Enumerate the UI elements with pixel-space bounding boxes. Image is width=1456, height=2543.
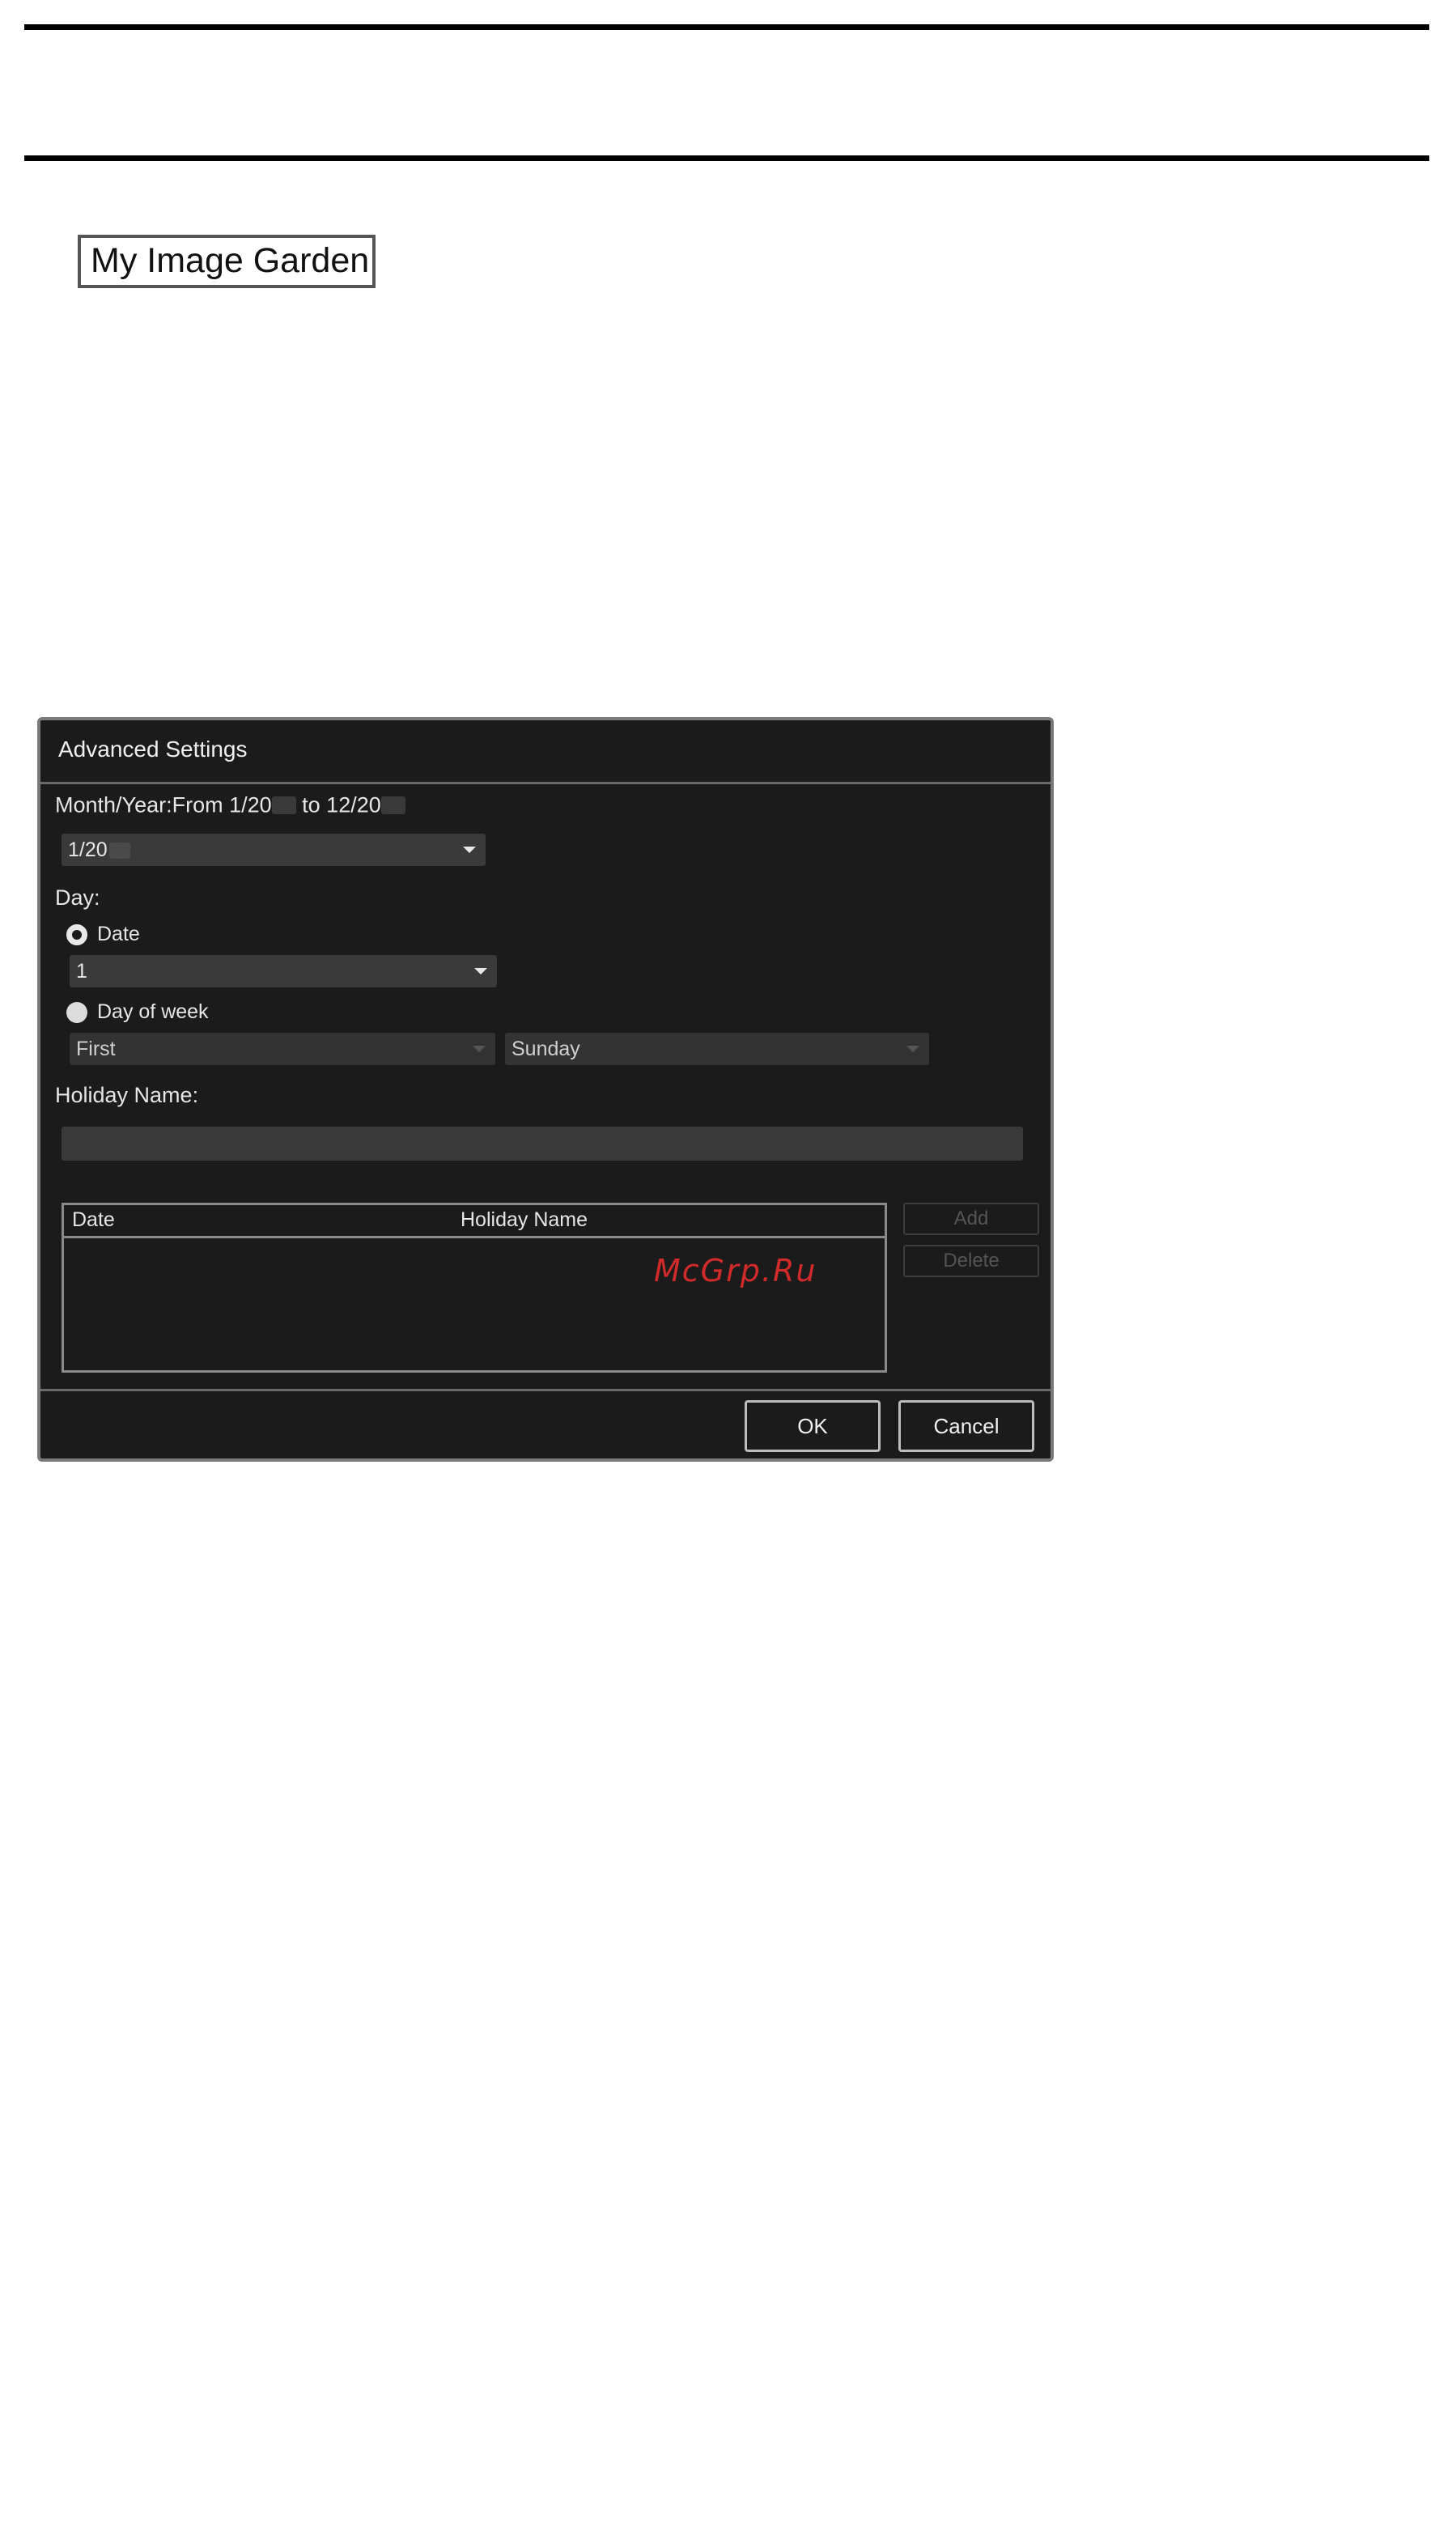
date-radio[interactable] [66,924,87,945]
weekday-select-value: Sunday [512,1038,580,1060]
blurred-year-digits [108,843,130,860]
week-ordinal-select[interactable]: First [70,1033,495,1065]
column-header-holiday-name[interactable]: Holiday Name [461,1205,588,1234]
holiday-name-label: Holiday Name: [55,1083,199,1107]
watermark-text: McGrp.Ru [654,1253,817,1288]
month-year-label: Month/Year:From 1/20 to 12/20 [55,792,405,817]
app-name-label: My Image Garden [78,235,376,288]
day-of-week-radio-label[interactable]: Day of week [97,1000,209,1024]
chevron-down-icon [474,968,487,974]
month-year-from-text: Month/Year:From 1/20 [55,792,272,817]
month-year-select[interactable]: 1/20 [62,834,486,866]
delete-button[interactable]: Delete [903,1245,1039,1277]
week-ordinal-select-value: First [76,1038,116,1060]
dialog-title: Advanced Settings [58,737,248,762]
blurred-year-digits [271,796,296,814]
chevron-down-icon [906,1046,919,1052]
day-label: Day: [55,885,100,910]
top-rule [24,24,1429,30]
chevron-down-icon [473,1046,486,1052]
advanced-settings-dialog: Advanced Settings Month/Year:From 1/20 t… [37,717,1054,1462]
title-divider [40,782,1051,784]
month-year-select-value: 1/20 [68,838,108,861]
date-select-value: 1 [76,960,87,983]
chevron-down-icon [463,847,476,853]
month-year-to-text: to 12/20 [302,792,381,817]
weekday-select[interactable]: Sunday [505,1033,929,1065]
column-header-date[interactable]: Date [72,1205,115,1234]
holiday-name-input[interactable] [62,1127,1023,1161]
ok-button[interactable]: OK [745,1400,881,1452]
day-of-week-radio[interactable] [66,1002,87,1023]
footer-divider [40,1389,1051,1391]
date-radio-label[interactable]: Date [97,923,140,946]
cancel-button[interactable]: Cancel [898,1400,1034,1452]
blurred-year-digits [380,796,405,814]
holiday-table-header: Date Holiday Name [64,1205,885,1238]
add-button[interactable]: Add [903,1203,1039,1235]
header-rule [24,155,1429,161]
date-select[interactable]: 1 [70,955,497,987]
